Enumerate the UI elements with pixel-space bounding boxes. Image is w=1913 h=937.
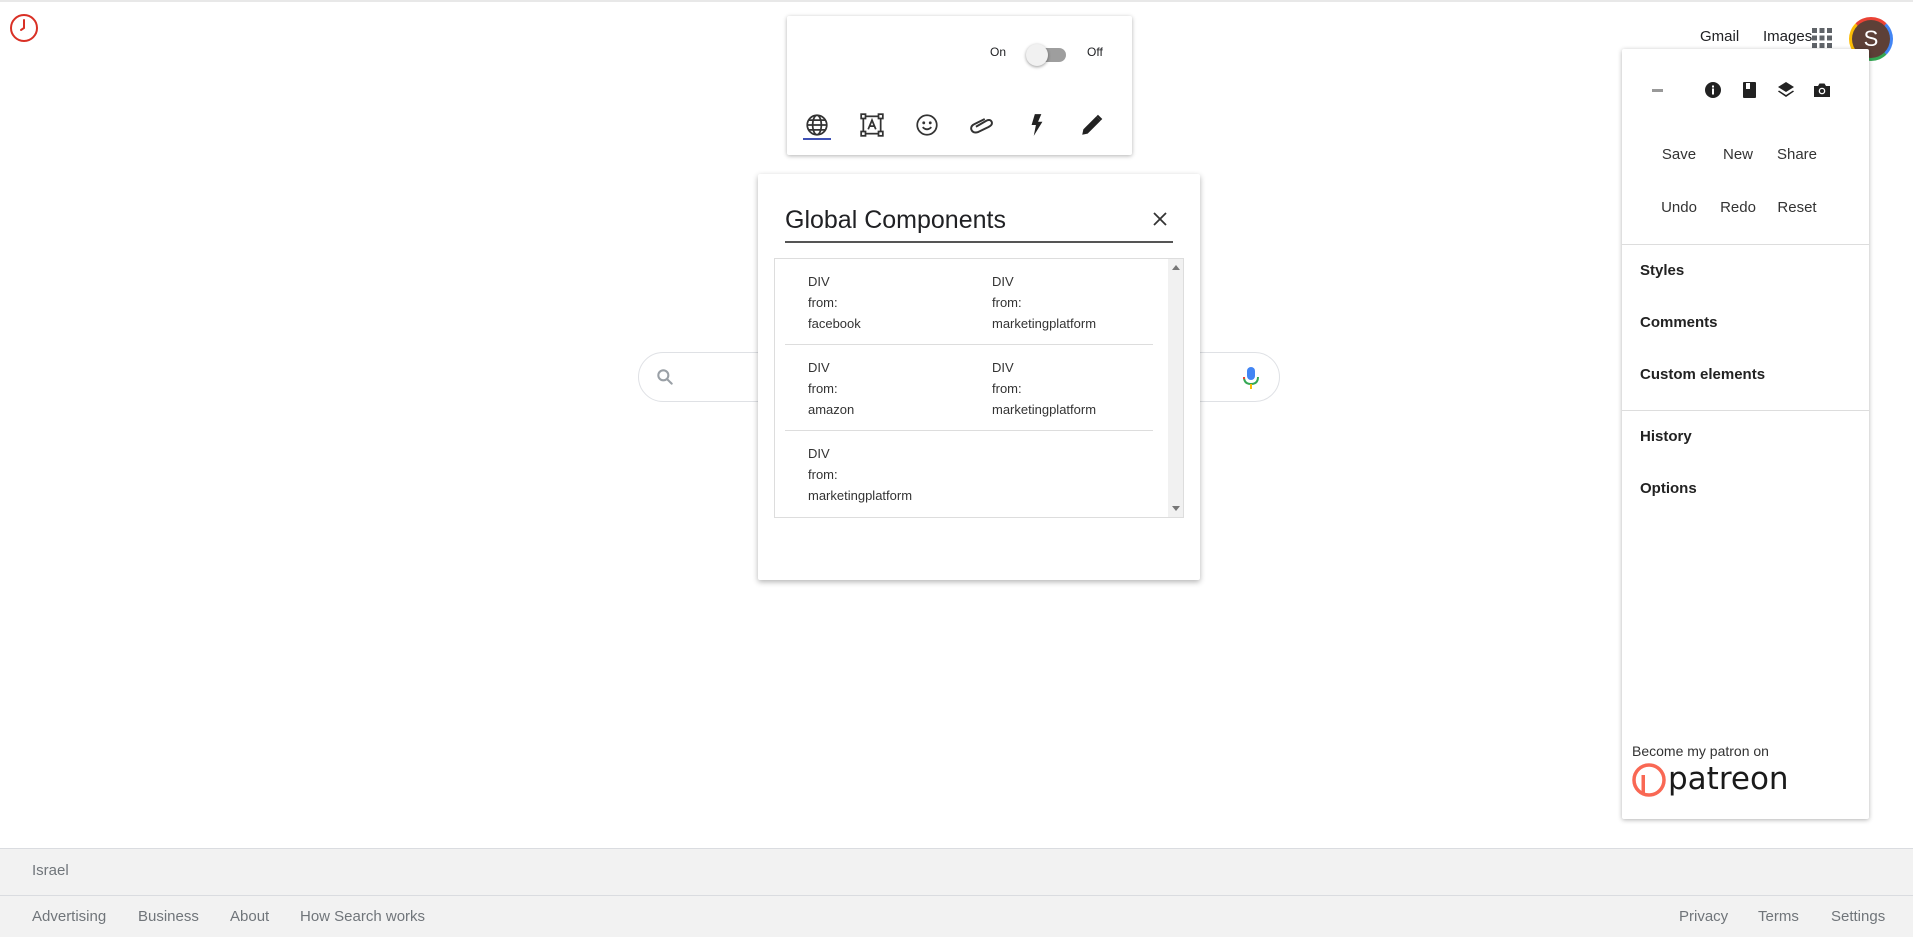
smiley-icon[interactable] xyxy=(914,112,940,138)
list-item[interactable]: DIV from: facebook xyxy=(808,271,861,334)
book-icon[interactable] xyxy=(1739,80,1759,100)
footer-country: Israel xyxy=(32,862,69,879)
list-row: DIV from: facebook DIV from: marketingplatfo… xyxy=(785,259,1153,345)
active-tool-underline xyxy=(803,138,831,140)
advertising-link[interactable]: Advertising xyxy=(32,908,106,925)
list-row: DIV from: amazon DIV from: marketingplatform xyxy=(785,345,1153,431)
gmail-link[interactable]: Gmail xyxy=(1700,28,1739,45)
menu-item-history[interactable]: History xyxy=(1640,428,1692,445)
new-button[interactable]: New xyxy=(1708,146,1768,163)
layers-icon[interactable] xyxy=(1776,80,1796,100)
about-link[interactable]: About xyxy=(230,908,269,925)
components-list: DIV from: facebook DIV from: marketingplatfo… xyxy=(774,258,1184,518)
scroll-up-arrow-icon[interactable] xyxy=(1172,265,1180,270)
save-button[interactable]: Save xyxy=(1649,146,1709,163)
business-link[interactable]: Business xyxy=(138,908,199,925)
share-button[interactable]: Share xyxy=(1767,146,1827,163)
scroll-down-arrow-icon[interactable] xyxy=(1172,506,1180,511)
patreon-caption: Become my patron on xyxy=(1632,743,1769,759)
global-components-dialog: Global Components DIV from: facebook DIV fr… xyxy=(758,174,1200,580)
menu-item-comments[interactable]: Comments xyxy=(1640,314,1718,331)
settings-link[interactable]: Settings xyxy=(1831,908,1885,925)
undo-button[interactable]: Undo xyxy=(1649,199,1709,216)
patreon-wordmark: patreon xyxy=(1668,761,1789,797)
footer: Israel Advertising Business About How Se… xyxy=(0,848,1913,937)
toggle-on-label: On xyxy=(990,45,1007,59)
menu-item-custom-elements[interactable]: Custom elements xyxy=(1640,366,1765,383)
dialog-title-underline xyxy=(785,241,1173,243)
list-item[interactable]: DIV from: amazon xyxy=(808,357,854,420)
footer-divider xyxy=(0,848,1913,849)
text-box-icon[interactable] xyxy=(859,112,885,138)
microphone-icon[interactable] xyxy=(1241,366,1261,390)
toolbar-card: On Off xyxy=(787,16,1132,155)
grid-icon[interactable] xyxy=(1810,26,1834,50)
footer-divider xyxy=(0,895,1913,896)
menu-item-options[interactable]: Options xyxy=(1640,480,1697,497)
list-scrollbar[interactable] xyxy=(1168,259,1183,517)
list-item[interactable]: DIV from: marketingplatform xyxy=(992,357,1096,420)
pencil-icon[interactable] xyxy=(1079,112,1105,138)
panel-divider xyxy=(1622,410,1869,411)
redo-button[interactable]: Redo xyxy=(1708,199,1768,216)
side-panel: Save New Share Undo Redo Reset Styles Co… xyxy=(1622,49,1869,819)
reset-button[interactable]: Reset xyxy=(1767,199,1827,216)
search-icon xyxy=(655,367,675,387)
close-icon[interactable] xyxy=(1149,208,1171,230)
list-item[interactable]: DIV from: marketingplatform xyxy=(808,443,912,506)
list-row: DIV from: marketingplatform xyxy=(785,431,1153,517)
how-search-works-link[interactable]: How Search works xyxy=(300,908,425,925)
attachment-icon[interactable] xyxy=(969,112,995,138)
top-rule xyxy=(0,0,1913,2)
globe-icon[interactable] xyxy=(804,112,830,138)
images-link[interactable]: Images xyxy=(1763,28,1812,45)
panel-divider xyxy=(1622,244,1869,245)
lightning-icon[interactable] xyxy=(1024,112,1050,138)
toggle-thumb xyxy=(1026,44,1048,66)
toggle-off-label: Off xyxy=(1087,45,1103,59)
minimize-icon[interactable] xyxy=(1648,80,1668,100)
terms-link[interactable]: Terms xyxy=(1758,908,1799,925)
menu-item-styles[interactable]: Styles xyxy=(1640,262,1684,279)
dialog-title: Global Components xyxy=(785,206,1006,234)
patreon-mark-icon xyxy=(1632,763,1666,797)
list-item[interactable]: DIV from: marketingplatform xyxy=(992,271,1096,334)
on-off-toggle[interactable] xyxy=(1026,44,1068,66)
info-icon[interactable] xyxy=(1703,80,1723,100)
camera-icon[interactable] xyxy=(1812,80,1832,100)
privacy-link[interactable]: Privacy xyxy=(1679,908,1728,925)
clock-icon[interactable] xyxy=(10,14,38,42)
